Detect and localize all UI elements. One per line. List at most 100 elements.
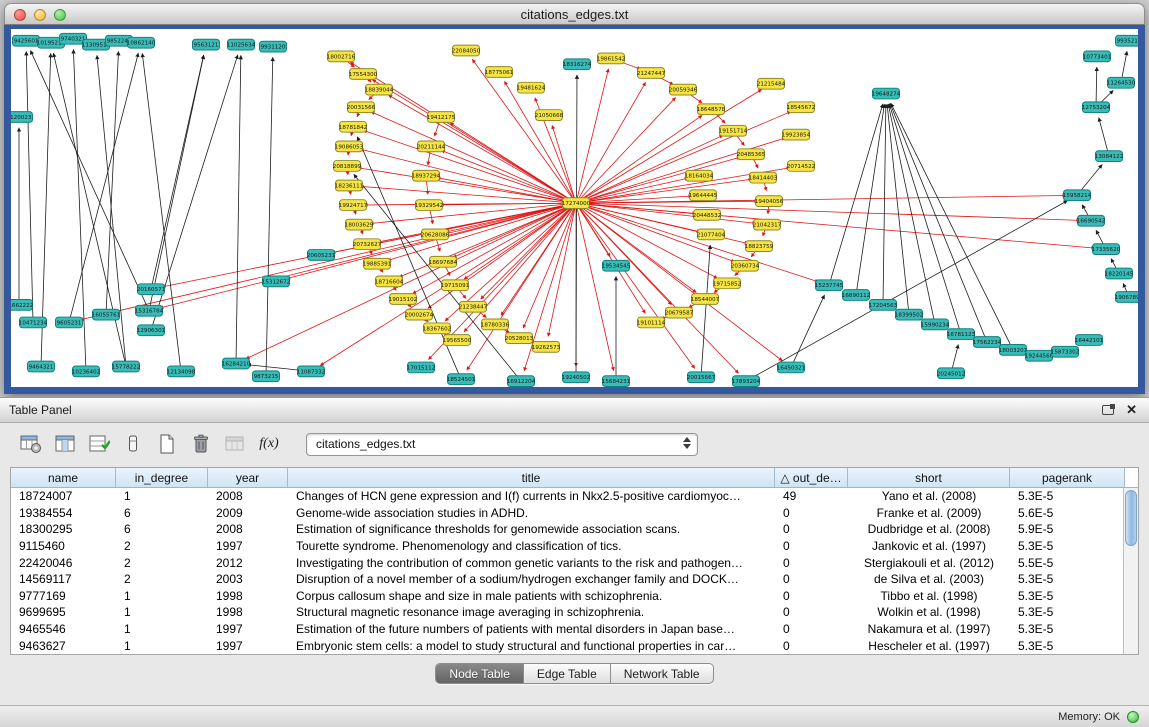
network-node[interactable]: 9931120 — [260, 41, 287, 52]
cell-short[interactable]: Dudbridge et al. (2008) — [848, 522, 1010, 536]
cell-year[interactable]: 1997 — [208, 539, 288, 553]
network-node[interactable]: 17893204 — [732, 376, 761, 387]
network-node[interactable]: 17015112 — [407, 362, 435, 373]
network-node[interactable]: 12906301 — [137, 325, 165, 336]
network-node[interactable]: 18002716 — [327, 51, 356, 62]
column-header-pagerank[interactable]: pagerank — [1010, 468, 1125, 487]
cell-out_degree[interactable]: 0 — [775, 622, 848, 636]
table-settings-button[interactable] — [16, 431, 46, 457]
network-node[interactable]: 20002674 — [405, 309, 434, 320]
network-node[interactable]: 19329542 — [415, 200, 443, 211]
network-node[interactable]: 19262573 — [532, 342, 561, 353]
cell-in_degree[interactable]: 1 — [116, 605, 208, 619]
network-node[interactable]: 20245012 — [937, 368, 965, 379]
network-node[interactable]: 10773401 — [1083, 51, 1111, 62]
network-node[interactable]: 10236402 — [72, 366, 100, 377]
float-panel-icon[interactable] — [1102, 405, 1114, 415]
network-node[interactable]: 20160571 — [137, 284, 165, 295]
cell-year[interactable]: 2008 — [208, 522, 288, 536]
network-node[interactable]: 17204563 — [869, 299, 898, 310]
network-node[interactable]: 16912204 — [507, 376, 536, 387]
cell-out_degree[interactable]: 0 — [775, 556, 848, 570]
network-node[interactable]: 18545672 — [787, 102, 815, 113]
network-node[interactable]: 19648274 — [872, 88, 901, 99]
cell-title[interactable]: Tourette syndrome. Phenomenology and cla… — [288, 539, 775, 553]
cell-in_degree[interactable]: 2 — [116, 556, 208, 570]
network-node[interactable]: 19715852 — [713, 278, 741, 289]
cell-in_degree[interactable]: 1 — [116, 639, 208, 653]
tab-network-table[interactable]: Network Table — [611, 664, 713, 683]
network-node[interactable]: 17562234 — [973, 337, 1002, 348]
network-node[interactable]: 18839044 — [365, 84, 394, 95]
cell-short[interactable]: Franke et al. (2009) — [848, 506, 1010, 520]
network-node[interactable]: 18937294 — [412, 170, 441, 181]
cell-pagerank[interactable]: 5.5E-5 — [1010, 556, 1123, 570]
network-node[interactable]: 20059346 — [669, 84, 698, 95]
network-node[interactable]: 15958214 — [1063, 190, 1092, 201]
network-node[interactable]: 20605231 — [307, 250, 335, 261]
network-node[interactable]: 18780336 — [481, 319, 510, 330]
network-node[interactable]: 19924717 — [339, 200, 368, 211]
cell-year[interactable]: 2008 — [208, 489, 288, 503]
network-node[interactable]: 20360734 — [731, 260, 760, 271]
zoom-window-icon[interactable] — [54, 9, 66, 21]
network-node[interactable]: 15316784 — [135, 305, 164, 316]
cell-in_degree[interactable]: 2 — [116, 572, 208, 586]
network-node[interactable]: 19534545 — [602, 260, 631, 271]
network-node[interactable]: 20818899 — [333, 161, 362, 172]
network-node[interactable]: 17335620 — [1092, 244, 1121, 255]
minimize-window-icon[interactable] — [34, 9, 46, 21]
network-node[interactable]: 20732627 — [353, 239, 382, 250]
column-header-year[interactable]: year — [208, 468, 288, 487]
cell-name[interactable]: 9465546 — [11, 622, 116, 636]
cell-title[interactable]: Changes of HCN gene expression and I(f) … — [288, 489, 775, 503]
network-node[interactable]: 21247447 — [637, 68, 666, 79]
network-node[interactable]: 9563121 — [193, 39, 220, 50]
cell-pagerank[interactable]: 5.3E-5 — [1010, 605, 1123, 619]
network-node[interactable]: 18003629 — [345, 219, 374, 230]
network-node[interactable]: 15237745 — [815, 280, 844, 291]
cell-short[interactable]: Nakamura et al. (1997) — [848, 622, 1010, 636]
table-scrollbar[interactable] — [1123, 488, 1138, 654]
table-row[interactable]: 977716911998Corpus callosum shape and si… — [11, 588, 1123, 605]
cell-short[interactable]: Hescheler et al. (1997) — [848, 639, 1010, 653]
network-node[interactable]: 21238447 — [459, 301, 488, 312]
cell-year[interactable]: 2012 — [208, 556, 288, 570]
cell-title[interactable]: Embryonic stem cells: a model to study s… — [288, 639, 775, 653]
network-node[interactable]: 13084122 — [1095, 151, 1123, 162]
network-node[interactable]: 20714522 — [787, 161, 815, 172]
cell-out_degree[interactable]: 0 — [775, 506, 848, 520]
network-node[interactable]: 18544007 — [691, 294, 720, 305]
network-node[interactable]: 15684231 — [602, 376, 630, 387]
network-node[interactable]: 9464321 — [28, 361, 55, 372]
network-node[interactable]: 18414403 — [749, 172, 778, 183]
import-table-button[interactable] — [220, 431, 250, 457]
network-node[interactable]: 17274000 — [562, 198, 591, 209]
table-row[interactable]: 2242004622012Investigating the contribut… — [11, 554, 1123, 571]
network-node[interactable]: 17554300 — [349, 69, 378, 80]
network-node[interactable]: 9873215 — [253, 371, 280, 382]
network-node[interactable]: 18367602 — [423, 323, 451, 334]
network-node[interactable]: 20448532 — [693, 209, 721, 220]
network-node[interactable]: 18775061 — [485, 67, 513, 78]
table-row[interactable]: 1872400712008Changes of HCN gene express… — [11, 488, 1123, 505]
network-node[interactable]: 19015102 — [389, 294, 417, 305]
cell-in_degree[interactable]: 6 — [116, 522, 208, 536]
cell-name[interactable]: 14569117 — [11, 572, 116, 586]
network-node[interactable]: 18697684 — [429, 256, 458, 267]
scrollbar-thumb[interactable] — [1125, 490, 1137, 546]
window-titlebar[interactable]: citations_edges.txt — [4, 3, 1145, 25]
cell-name[interactable]: 18300295 — [11, 522, 116, 536]
network-node[interactable]: 16890112 — [842, 290, 870, 301]
cell-in_degree[interactable]: 6 — [116, 506, 208, 520]
network-node[interactable]: 15312672 — [262, 276, 290, 287]
network-node[interactable]: 12753204 — [1082, 102, 1111, 113]
network-node[interactable]: 19151714 — [719, 125, 748, 136]
cell-title[interactable]: Investigating the contribution of common… — [288, 556, 775, 570]
cell-name[interactable]: 9699695 — [11, 605, 116, 619]
cell-title[interactable]: Genome-wide association studies in ADHD. — [288, 506, 775, 520]
network-node[interactable]: 9935218 — [1116, 35, 1139, 46]
cell-in_degree[interactable]: 1 — [116, 622, 208, 636]
network-node[interactable]: 18399502 — [895, 309, 923, 320]
cell-pagerank[interactable]: 5.3E-5 — [1010, 539, 1123, 553]
